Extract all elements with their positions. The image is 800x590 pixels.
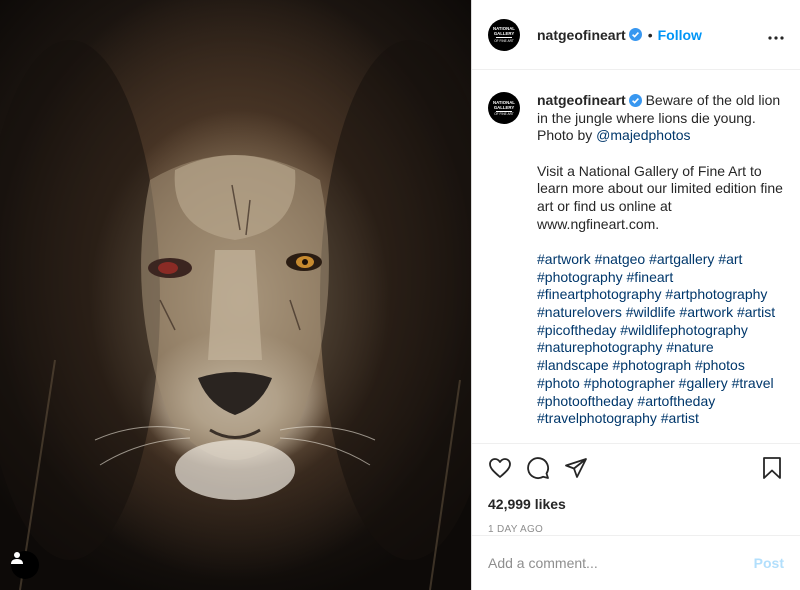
post-panel: NATIONAL GALLERY OF FINE ART natgeofinea… [472, 0, 800, 590]
heart-icon[interactable] [488, 456, 512, 480]
more-dots-icon [768, 36, 784, 40]
verified-badge-icon [628, 94, 642, 107]
post-comment-button[interactable]: Post [754, 555, 784, 571]
header-username[interactable]: natgeofineart [537, 27, 626, 43]
comment-icon[interactable] [526, 456, 550, 480]
verified-badge-icon [628, 28, 642, 41]
post-image[interactable] [0, 0, 471, 590]
post-header: NATIONAL GALLERY OF FINE ART natgeofinea… [472, 0, 800, 70]
caption-paragraph-1: natgeofineart Beware of the old lion in … [537, 92, 784, 145]
caption-avatar[interactable]: NATIONAL GALLERY OF FINE ART [488, 92, 520, 124]
follow-button[interactable]: Follow [658, 27, 702, 43]
logo-rule [496, 110, 512, 112]
comment-input[interactable] [488, 555, 754, 571]
caption-area: NATIONAL GALLERY OF FINE ART natgeofinea… [472, 70, 800, 443]
bookmark-icon[interactable] [760, 456, 784, 480]
logo-line3: OF FINE ART [494, 112, 514, 117]
logo-rule [496, 37, 512, 38]
likes-count[interactable]: 42,999 likes [488, 496, 784, 512]
lion-illustration [0, 40, 471, 590]
mention-link[interactable]: @majedphotos [596, 127, 690, 143]
action-icons [488, 456, 784, 480]
post-timestamp[interactable]: 1 DAY AGO [488, 524, 784, 535]
profile-avatar[interactable]: NATIONAL GALLERY OF FINE ART [488, 18, 520, 51]
caption-text: natgeofineart Beware of the old lion in … [537, 92, 784, 443]
logo-line2: GALLERY [493, 31, 515, 37]
caption-paragraph-2: Visit a National Gallery of Fine Art to … [537, 162, 783, 232]
separator-dot: • [647, 26, 653, 43]
more-options-button[interactable] [768, 24, 784, 45]
post-actions: 42,999 likes 1 DAY AGO [472, 443, 800, 535]
share-icon[interactable] [564, 456, 588, 480]
user-tag-button[interactable] [11, 551, 39, 579]
logo-line2: GALLERY [493, 104, 515, 110]
logo-line3: OF FINE ART [494, 38, 514, 43]
hashtags[interactable]: #artwork #natgeo #artgallery #art #photo… [537, 251, 784, 428]
comment-bar: Post [472, 535, 800, 590]
caption-username[interactable]: natgeofineart [537, 92, 626, 108]
user-icon [11, 552, 23, 564]
